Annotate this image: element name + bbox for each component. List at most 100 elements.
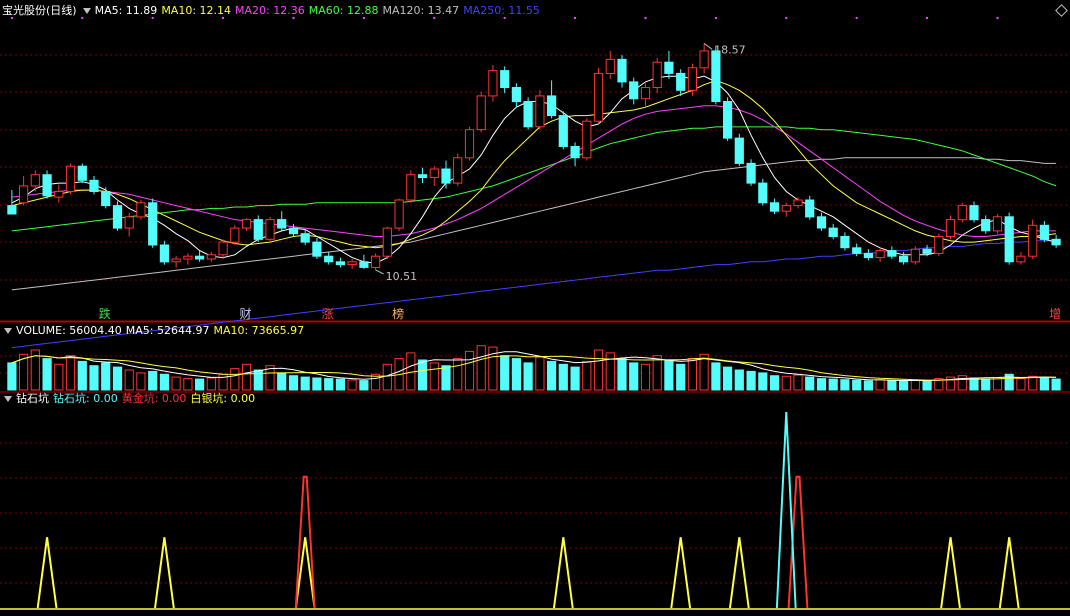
volume-bar-up: [910, 379, 920, 391]
volume-bar-down: [769, 375, 780, 391]
candle-up: [382, 227, 392, 257]
candle-up: [406, 174, 416, 201]
volume-bar-down: [629, 362, 639, 391]
volume-bar-down: [195, 378, 205, 391]
candle-up: [65, 165, 76, 192]
candle-down: [805, 199, 815, 218]
volume-bar-down: [77, 360, 87, 391]
gold-pit-spike: [787, 475, 809, 609]
volume-bar-up: [1016, 378, 1026, 391]
candle-up: [699, 50, 709, 69]
volume-bar-up: [793, 374, 803, 391]
top-marker-dot: [926, 17, 929, 19]
ma-line-ma60: [11, 126, 1057, 232]
volume-bar-down: [723, 366, 733, 391]
event-marker[interactable]: 财: [240, 306, 252, 322]
candle-up: [394, 199, 404, 229]
candle-down: [1051, 238, 1061, 246]
ma120-readout: MA120: 13.47: [382, 4, 460, 17]
volume-bar-down: [42, 358, 52, 391]
candle-up: [582, 120, 592, 159]
candle-up: [593, 72, 604, 122]
candle-up: [535, 95, 545, 128]
ma5-readout: MA5: 11.89: [94, 4, 158, 17]
candle-down: [195, 255, 205, 260]
candle-up: [124, 216, 134, 229]
event-marker[interactable]: 跌: [99, 306, 111, 322]
candle-up: [934, 236, 944, 254]
candle-down: [417, 174, 428, 178]
candle-down: [828, 227, 838, 238]
candle-down: [324, 255, 334, 263]
candle-down: [816, 216, 827, 229]
volume-bar-down: [112, 366, 123, 391]
volume-bar-up: [699, 353, 709, 391]
candle-up: [218, 241, 228, 256]
volume-ma10-readout: MA10: 73665.97: [213, 324, 305, 337]
volume-bar-down: [441, 365, 451, 391]
top-marker-dot: [574, 17, 577, 19]
collapse-arrow-icon[interactable]: [82, 7, 91, 14]
volume-bar-down: [981, 378, 991, 391]
price-panel-header: 宝光股份(日线) MA5: 11.89 MA10: 12.14 MA20: 12.36…: [2, 4, 544, 18]
candle-up: [910, 248, 920, 263]
candle-down: [148, 202, 158, 246]
stock-title[interactable]: 宝光股份(日线): [2, 4, 77, 17]
candle-down: [1004, 216, 1014, 263]
collapse-arrow-icon[interactable]: [4, 395, 12, 402]
candle-up: [957, 205, 967, 221]
ma-line-ma5: [11, 75, 1057, 264]
volume-bar-up: [136, 372, 146, 391]
ma250-readout: MA250: 11.55: [463, 4, 540, 17]
top-marker-dot: [996, 17, 999, 19]
collapse-arrow-icon[interactable]: [4, 327, 12, 334]
candle-down: [840, 236, 850, 249]
volume-panel-header: VOLUME: 56004.40 MA5: 52644.97 MA10: 73665…: [2, 324, 308, 338]
volume-bar-up: [241, 363, 252, 391]
volume-bar-up: [230, 368, 240, 391]
candle-down: [969, 205, 979, 221]
candle-up: [371, 255, 381, 268]
event-marker[interactable]: 榜: [392, 306, 404, 322]
volume-bar-down: [500, 355, 510, 391]
event-marker[interactable]: 涨: [322, 306, 334, 322]
top-marker-dot: [714, 17, 717, 19]
candle-up: [793, 199, 803, 207]
volume-bar-down: [570, 366, 580, 391]
indicator-name[interactable]: 钻石坑: [16, 392, 49, 405]
volume-bar-down: [922, 380, 932, 391]
volume-readout: VOLUME: 56004.40: [16, 324, 122, 337]
candle-down: [723, 101, 733, 139]
volume-bar-up: [687, 358, 697, 391]
top-marker-dot: [855, 17, 858, 19]
candle-up: [171, 258, 181, 263]
event-marker[interactable]: 增: [1049, 306, 1061, 322]
volume-bar-down: [89, 365, 99, 391]
volume-bar-down: [852, 379, 862, 391]
candle-down: [89, 179, 99, 193]
volume-bar-down: [523, 362, 533, 391]
candle-down: [42, 174, 52, 197]
top-marker-dot: [785, 17, 788, 19]
candle-down: [253, 219, 263, 240]
volume-bar-down: [7, 362, 17, 391]
candle-down: [1039, 224, 1050, 240]
ma-line-ma10: [11, 79, 1057, 249]
ma20-readout: MA20: 12.36: [235, 4, 305, 17]
diamond-pit-spike: [775, 412, 797, 609]
candle-down: [277, 219, 287, 229]
volume-bar-up: [1028, 375, 1038, 391]
chart-canvas[interactable]: 18.57 10.51: [0, 0, 1070, 616]
volume-bar-down: [359, 380, 369, 391]
volume-bar-down: [746, 370, 756, 391]
low-price-label: 10.51: [386, 270, 418, 283]
volume-bar-down: [547, 360, 557, 391]
candle-down: [112, 205, 123, 229]
volume-bar-down: [277, 372, 287, 391]
volume-bar-down: [664, 359, 674, 391]
candle-up: [241, 219, 252, 229]
volume-bar-up: [464, 350, 475, 391]
candle-up: [30, 174, 40, 187]
volume-bar-down: [863, 380, 873, 391]
volume-bar-up: [992, 377, 1003, 391]
